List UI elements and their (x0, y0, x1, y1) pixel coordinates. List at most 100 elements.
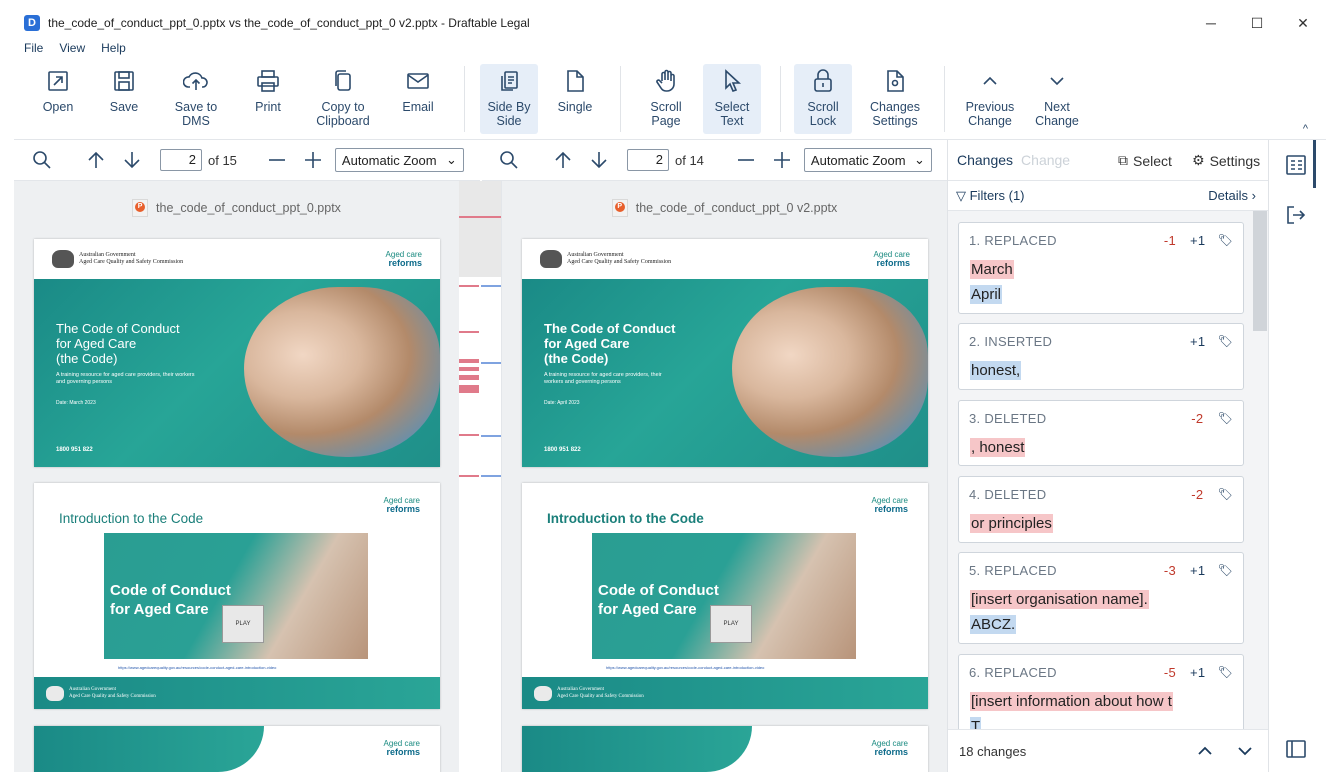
menu-help[interactable]: Help (101, 41, 126, 55)
change-card[interactable]: 2. INSERTED +1 🏷 honest, (958, 323, 1244, 390)
arrow-down-icon[interactable] (583, 150, 615, 170)
tag-icon[interactable]: 🏷 (1217, 233, 1233, 247)
side-by-side-button[interactable]: Side By Side (480, 64, 538, 134)
video-thumbnail: Code of Conduct for Aged Care PLAY (592, 533, 856, 659)
export-icon[interactable] (1283, 202, 1309, 228)
zoom-select[interactable]: Automatic Zoom ⌄ (803, 148, 932, 172)
arrow-up-icon[interactable] (80, 150, 112, 170)
change-list[interactable]: 1. REPLACED -1 +1 🏷 March April 2. INSER… (948, 211, 1253, 729)
zoom-out-icon[interactable] (730, 150, 762, 170)
chevron-down-icon: ⌄ (914, 152, 925, 167)
page-number-input[interactable]: 2 (160, 149, 202, 171)
search-icon[interactable] (493, 150, 525, 170)
change-marker[interactable] (459, 434, 479, 436)
powerpoint-file-icon (611, 199, 628, 217)
slide-title: The Code of Conduct for Aged Care (the C… (56, 321, 180, 366)
aged-care-reforms-logo: Aged care reforms (872, 740, 908, 757)
aged-care-reforms-logo: Aged care reforms (384, 740, 420, 757)
menu-file[interactable]: File (24, 41, 43, 55)
arrow-down-icon[interactable] (116, 150, 148, 170)
change-marker[interactable] (459, 475, 479, 477)
single-button[interactable]: Single (552, 64, 598, 134)
left-slide-1: Australian Government Aged Care Quality a… (34, 239, 440, 467)
scroll-lock-button[interactable]: Scroll Lock (794, 64, 852, 134)
change-list-scrollbar[interactable] (1252, 211, 1268, 729)
details-button[interactable]: Details › (1208, 188, 1256, 203)
changes-list-icon[interactable] (1283, 152, 1309, 178)
zoom-in-icon[interactable] (297, 150, 329, 170)
ribbon-separator (780, 66, 781, 132)
tag-icon[interactable]: 🏷 (1217, 487, 1233, 501)
arrow-up-icon[interactable] (547, 150, 579, 170)
left-document-viewer[interactable]: the_code_of_conduct_ppt_0.pptx Australia… (14, 181, 459, 772)
tag-icon[interactable]: 🏷 (1217, 411, 1233, 425)
change-card[interactable]: 5. REPLACED -3 +1 🏷 [insert organisation… (958, 552, 1244, 644)
change-marker[interactable] (481, 362, 502, 364)
select-label: Select (1133, 152, 1172, 169)
change-card[interactable]: 6. REPLACED -5 +1 🏷 [insert information … (958, 654, 1244, 729)
next-change-chevron-down-icon[interactable] (1236, 742, 1254, 765)
previous-change-chevron-up-icon[interactable] (1196, 742, 1214, 765)
copy-to-clipboard-button[interactable]: Copy to Clipboard (312, 64, 374, 134)
scroll-page-button[interactable]: Scroll Page (638, 64, 694, 134)
next-change-button[interactable]: Next Change (1028, 64, 1086, 134)
gov-line-1: Australian Government (79, 252, 136, 258)
email-button[interactable]: Email (396, 64, 440, 134)
toggle-panel-icon[interactable] (1283, 736, 1309, 762)
deleted-count: -3 (1163, 562, 1177, 578)
document-settings-icon (887, 70, 904, 92)
search-icon[interactable] (26, 150, 58, 170)
settings-button[interactable]: ⚙ Settings (1192, 152, 1260, 169)
video-thumbnail: Code of Conduct for Aged Care PLAY (104, 533, 368, 659)
change-card[interactable]: 4. DELETED -2 🏷 or principles (958, 476, 1244, 543)
scrollbar-thumb[interactable] (1253, 211, 1267, 331)
change-type: 4. DELETED (969, 486, 1047, 502)
change-card-body: March April (959, 257, 1243, 314)
select-button[interactable]: ⧉ Select (1118, 152, 1172, 169)
changes-panel-ghost-title: Change (1021, 152, 1071, 168)
change-marker[interactable] (459, 331, 479, 333)
change-marker[interactable] (481, 285, 502, 287)
zoom-select[interactable]: Automatic Zoom ⌄ (334, 148, 464, 172)
change-marker[interactable] (459, 367, 479, 371)
change-marker[interactable] (481, 475, 502, 477)
email-icon (407, 73, 429, 89)
print-button[interactable]: Print (246, 64, 290, 134)
menu-view[interactable]: View (59, 41, 85, 55)
save-button[interactable]: Save (104, 64, 144, 134)
maximize-button[interactable]: ☐ (1234, 8, 1280, 38)
copy-icon (335, 70, 351, 91)
right-document-viewer[interactable]: the_code_of_conduct_ppt_0 v2.pptx Austra… (502, 181, 947, 772)
close-button[interactable]: ✕ (1280, 8, 1326, 38)
gov-line-1: Australian Government (567, 252, 624, 258)
page-number-input[interactable]: 2 (627, 149, 669, 171)
change-marker[interactable] (459, 375, 479, 380)
change-card[interactable]: 3. DELETED -2 🏷 , honest (958, 400, 1244, 466)
collapse-ribbon-icon[interactable]: ^ (1303, 123, 1308, 135)
change-marker[interactable] (459, 359, 479, 363)
change-card[interactable]: 1. REPLACED -1 +1 🏷 March April (958, 222, 1244, 314)
select-text-button[interactable]: Select Text (703, 64, 761, 134)
gutter-viewport-indicator (459, 181, 502, 277)
minimize-button[interactable]: ─ (1188, 8, 1234, 38)
tag-icon[interactable]: 🏷 (1217, 334, 1233, 348)
change-gutter[interactable] (459, 181, 502, 772)
change-marker[interactable] (459, 216, 502, 218)
cloud-upload-icon (183, 72, 208, 90)
changes-settings-button[interactable]: Changes Settings (864, 64, 926, 134)
zoom-in-icon[interactable] (766, 150, 798, 170)
tag-icon[interactable]: 🏷 (1217, 665, 1233, 679)
open-button[interactable]: Open (36, 64, 80, 134)
change-marker[interactable] (459, 285, 479, 287)
filters-button[interactable]: ▽ Filters (1) (956, 188, 1025, 204)
previous-change-button[interactable]: Previous Change (960, 64, 1020, 134)
change-marker[interactable] (459, 385, 479, 393)
comparison-area: 2 of 15 Automatic Zoom ⌄ 2 of 14 Automat… (14, 140, 1268, 772)
deleted-count: -1 (1163, 232, 1177, 248)
changes-count: 18 changes (959, 743, 1027, 759)
zoom-out-icon[interactable] (261, 150, 293, 170)
change-marker[interactable] (481, 435, 502, 437)
save-to-dms-button[interactable]: Save to DMS (168, 64, 224, 134)
tag-icon[interactable]: 🏷 (1217, 563, 1233, 577)
coat-of-arms-icon (534, 685, 552, 701)
